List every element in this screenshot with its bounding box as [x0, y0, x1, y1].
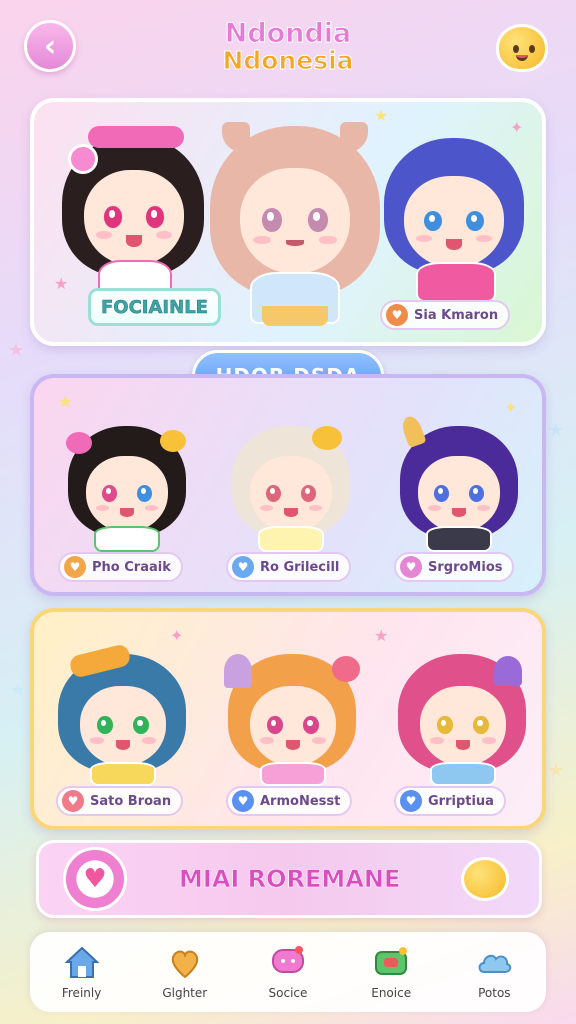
- smiley-mascot-icon: [461, 857, 509, 901]
- featured-tag-label: FOCIAINLE: [101, 296, 208, 318]
- character-name: Grriptiua: [428, 793, 494, 809]
- heart-icon: ♥: [64, 556, 86, 578]
- cloud-icon: [478, 954, 512, 973]
- nav-label: Potos: [478, 986, 511, 1000]
- back-button[interactable]: ‹: [24, 20, 76, 72]
- heart-icon: ♥: [400, 556, 422, 578]
- star-icon: ★: [548, 420, 565, 441]
- nav-label: Enoice: [371, 986, 412, 1000]
- title-line-2: Ndonesia: [222, 46, 354, 75]
- character-name-pill[interactable]: ♥ Ro Grilecill: [226, 552, 352, 582]
- nav-item-socice[interactable]: Socice: [243, 944, 333, 1000]
- character-card[interactable]: [396, 413, 522, 552]
- top-bar: ‹ Ndondia Ndonesia: [0, 0, 576, 92]
- sparkle-icon: ✦: [170, 626, 184, 645]
- promo-banner[interactable]: ♥ MIAI ROREMANE: [36, 840, 542, 918]
- character-name: Pho Craaik: [92, 559, 171, 575]
- character-name: Sato Broan: [90, 793, 172, 809]
- hair-bow-icon: [88, 126, 184, 148]
- featured-character-2[interactable]: [210, 122, 380, 332]
- character-name-pill[interactable]: ♥ Sato Broan: [56, 786, 184, 816]
- character-name: Ro Grilecill: [260, 559, 340, 575]
- character-card[interactable]: [64, 422, 190, 552]
- character-grid-row-1: ★ ✦ ♥ Pho Craaik ♥ Ro Grilecill ♥ SrgroM…: [30, 374, 546, 596]
- featured-name: Sia Kmaron: [414, 307, 499, 323]
- character-card[interactable]: [54, 643, 190, 786]
- flower-icon: [68, 144, 98, 174]
- star-icon: ★: [8, 340, 25, 361]
- star-icon: ★: [548, 760, 565, 781]
- character-name-pill[interactable]: ♥ Grriptiua: [394, 786, 506, 816]
- banner-title: MIAI ROREMANE: [179, 865, 401, 894]
- character-grid-row-2: ✦ ★ ♥ Sato Broan ♥ ArmoNesst ♥ Grriptiua: [30, 608, 546, 830]
- nav-label: Freinly: [61, 986, 102, 1000]
- character-card[interactable]: [224, 648, 360, 786]
- nav-label: Socice: [268, 986, 308, 1000]
- featured-panel[interactable]: ★ ✦ ★ FOCIAINLE ♥ Sia Kmaron: [30, 98, 546, 346]
- heart-icon: ♥: [232, 556, 254, 578]
- star-icon: ★: [10, 680, 27, 701]
- page-title: Ndondia Ndonesia: [150, 18, 426, 75]
- heart-icon: ♥: [63, 847, 127, 911]
- sparkle-icon: ★: [374, 626, 389, 645]
- chevron-left-icon: ‹: [43, 28, 57, 64]
- featured-name-pill[interactable]: ♥ Sia Kmaron: [380, 300, 511, 330]
- heart-icon: ♥: [62, 790, 84, 812]
- heart-icon: ♥: [386, 304, 408, 326]
- featured-character-3[interactable]: [380, 134, 530, 304]
- nav-item-potos[interactable]: Potos: [449, 944, 539, 1000]
- bottom-navigation: Freinly Glghter Socice Enoice Potos: [30, 932, 546, 1012]
- chat-bubble-icon: [271, 946, 304, 973]
- nav-label: Glghter: [162, 986, 208, 1000]
- sparkle-icon: ✦: [504, 398, 518, 417]
- nav-item-glghter[interactable]: Glghter: [140, 944, 230, 1000]
- smiley-mascot-icon[interactable]: [496, 24, 548, 72]
- home-icon: [64, 946, 100, 978]
- featured-tag[interactable]: FOCIAINLE: [88, 288, 221, 326]
- heart-icon: ♥: [400, 790, 422, 812]
- character-name-pill[interactable]: ♥ Pho Craaik: [58, 552, 183, 582]
- sparkle-icon: ★: [58, 392, 73, 411]
- gamepad-icon: [375, 947, 408, 975]
- title-line-1: Ndondia: [224, 18, 352, 49]
- character-card[interactable]: [228, 422, 354, 552]
- character-name: SrgroMios: [428, 559, 503, 575]
- heart-pin-icon: [171, 950, 198, 979]
- nav-item-enoice[interactable]: Enoice: [346, 944, 436, 1000]
- character-name: ArmoNesst: [260, 793, 341, 809]
- nav-item-freinly[interactable]: Freinly: [37, 944, 127, 1000]
- character-card[interactable]: [394, 648, 530, 786]
- character-name-pill[interactable]: ♥ ArmoNesst: [226, 786, 353, 816]
- character-name-pill[interactable]: ♥ SrgroMios: [394, 552, 515, 582]
- heart-icon: ♥: [232, 790, 254, 812]
